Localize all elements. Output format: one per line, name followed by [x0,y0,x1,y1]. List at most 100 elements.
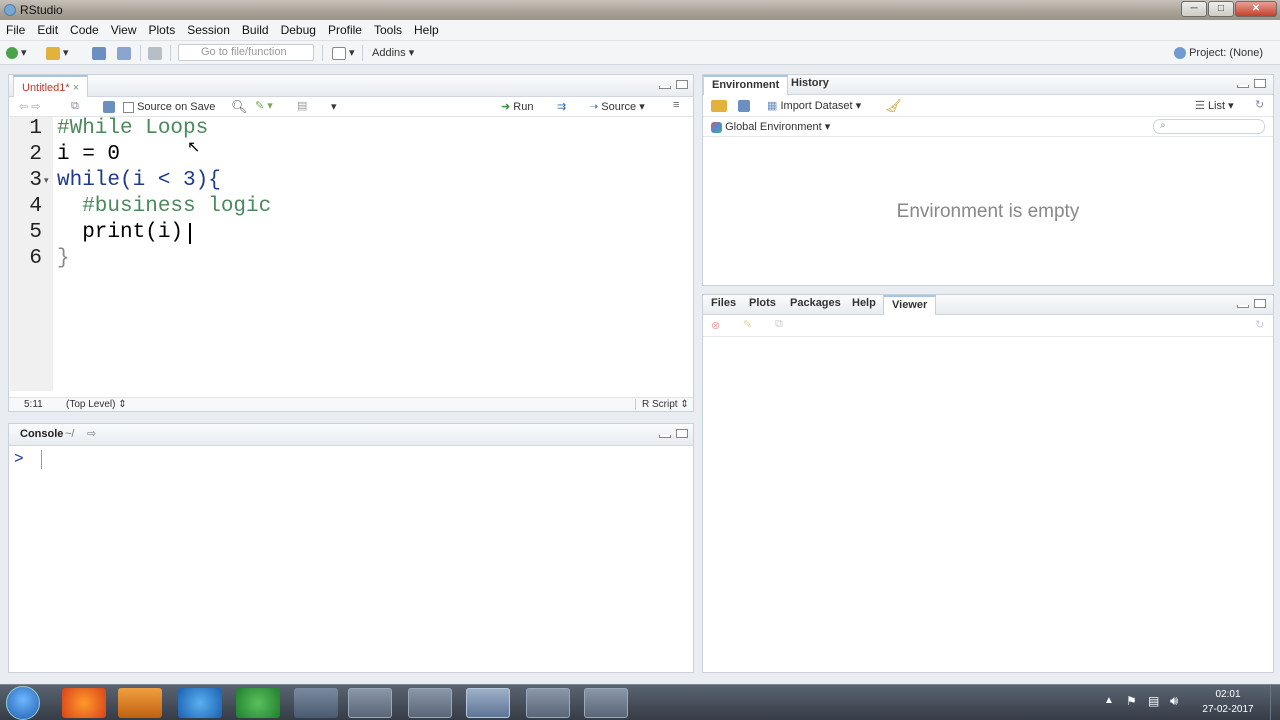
project-menu[interactable]: Project: (None) [1174,45,1263,61]
rerun-icon[interactable]: ⇉ [557,100,566,113]
clock[interactable]: 02:01 27-02-2017 [1198,689,1258,715]
code-area[interactable]: #While Loops i = 0 while(i < 3){ #busine… [53,117,693,391]
save-workspace-icon[interactable] [738,100,750,112]
maximize-pane-icon[interactable] [1254,79,1266,88]
environment-icon [711,121,722,133]
table-icon: ▦ [767,100,778,112]
broom-icon[interactable]: 🧹︎ [885,98,902,114]
maximize-button[interactable]: □ [1208,1,1234,17]
menu-session[interactable]: Session [181,20,236,41]
search-icon[interactable]: 🔍︎ [231,99,248,115]
line-number: 3 [29,169,42,192]
import-dataset-button[interactable]: ▦ Import Dataset ▾ [767,99,861,112]
export-icon[interactable]: ⧉ [775,318,783,331]
file-type-selector[interactable]: R Script ⇕ [635,399,689,410]
list-label: List [1207,100,1226,112]
minimize-pane-icon[interactable] [659,86,671,89]
scope-selector[interactable]: (Top Level) ⇕ [66,399,127,410]
fold-arrow-icon[interactable]: ▾ [44,175,49,186]
maximize-pane-icon[interactable] [676,80,688,89]
line-number: 2 [29,143,42,166]
maximize-pane-icon[interactable] [676,429,688,438]
run-button[interactable]: ➜ Run [501,100,533,113]
refresh-icon[interactable]: ↻ [1255,98,1264,111]
menu-code[interactable]: Code [64,20,105,41]
magic-wand-icon[interactable]: ✎ ▾ [255,99,273,112]
menu-help[interactable]: Help [408,20,445,41]
show-desktop-button[interactable] [1270,685,1280,720]
save-button[interactable] [92,45,106,61]
source-button[interactable]: ➝ Source ▾ [589,100,645,113]
start-button[interactable] [6,686,40,720]
explorer-taskbar-icon[interactable] [294,688,338,718]
addins-button[interactable]: Addins ▾ [372,45,414,61]
minimize-pane-icon[interactable] [659,435,671,438]
internet-explorer-taskbar-icon[interactable] [178,688,222,718]
code-line: while(i < 3){ [57,169,221,192]
tab-history[interactable]: History [783,75,837,95]
save-icon [92,46,106,60]
print-icon [148,46,162,60]
go-to-directory-icon[interactable]: ⇨ [87,427,96,440]
chrome-taskbar-icon[interactable] [348,688,392,718]
compile-report-icon[interactable]: ▤ [297,99,307,112]
environment-search-input[interactable]: ⌕ [1153,119,1265,134]
tab-untitled1[interactable]: Untitled1* × [13,75,89,97]
text-cursor [189,223,191,244]
save-icon[interactable] [103,101,115,113]
show-in-window-icon[interactable]: ⧉ [71,100,79,113]
tab-environment[interactable]: Environment [703,75,789,95]
volume-icon[interactable]: 🔊︎ [1170,693,1178,709]
tab-plots[interactable]: Plots [741,295,784,315]
more-dropdown-icon[interactable]: ▾ [331,100,337,113]
refresh-icon[interactable]: ↻ [1255,318,1264,331]
workspace-panes-button[interactable]: ▾ [332,45,355,61]
new-file-button[interactable]: ▾ [6,45,27,61]
remove-icon[interactable]: ⊗ [711,319,720,332]
go-to-file-input[interactable]: Go to file/function [178,44,314,61]
menu-tools[interactable]: Tools [368,20,408,41]
minimize-pane-icon[interactable] [1237,305,1249,308]
maximize-pane-icon[interactable] [1254,299,1266,308]
window-title: RStudio [20,3,63,17]
window-title-bar[interactable]: RStudio ─ □ ✕ [0,0,1280,20]
close-button[interactable]: ✕ [1235,1,1277,17]
minimize-button[interactable]: ─ [1181,1,1207,17]
outline-icon[interactable]: ≡ [673,99,679,111]
menu-plots[interactable]: Plots [143,20,182,41]
menu-view[interactable]: View [105,20,143,41]
tab-packages[interactable]: Packages [782,295,849,315]
network-icon[interactable]: ▤ [1148,694,1159,708]
close-tab-icon[interactable]: × [73,82,79,94]
line-number: 6 [29,247,42,270]
print-button[interactable] [148,45,162,61]
menu-debug[interactable]: Debug [275,20,322,41]
tab-viewer[interactable]: Viewer [883,295,937,315]
minimize-pane-icon[interactable] [1237,85,1249,88]
jd-taskbar-icon[interactable] [236,688,280,718]
back-arrow-icon[interactable]: ⇦ ⇨ [19,100,41,113]
clear-icon[interactable]: ✎ [743,318,752,331]
source-on-save-checkbox[interactable]: Source on Save [123,101,215,113]
tab-help[interactable]: Help [844,295,884,315]
save-all-button[interactable] [117,45,131,61]
recorder-taskbar-icon[interactable] [526,688,570,718]
rstudio-taskbar-icon[interactable] [466,688,510,718]
firefox-taskbar-icon[interactable] [62,688,106,718]
tab-files[interactable]: Files [703,295,744,315]
menu-profile[interactable]: Profile [322,20,368,41]
action-center-icon[interactable]: ⚑ [1126,694,1137,708]
global-environment-dropdown[interactable]: Global Environment ▾ [711,120,830,133]
excel-taskbar-icon[interactable] [584,688,628,718]
media-player-taskbar-icon[interactable] [118,688,162,718]
menu-build[interactable]: Build [236,20,275,41]
open-file-button[interactable]: ▾ [46,45,69,61]
source-editor-pane: Untitled1* × ⇦ ⇨ ⧉ Source on Save 🔍︎ ✎ ▾… [8,74,694,412]
notepad-taskbar-icon[interactable] [408,688,452,718]
console-output[interactable]: > [9,446,693,672]
menu-file[interactable]: File [0,20,31,41]
list-view-dropdown[interactable]: ☰ List ▾ [1195,99,1234,112]
load-workspace-icon[interactable] [711,100,727,112]
menu-edit[interactable]: Edit [31,20,64,41]
show-hidden-icons-icon[interactable]: ▲ [1104,695,1114,706]
